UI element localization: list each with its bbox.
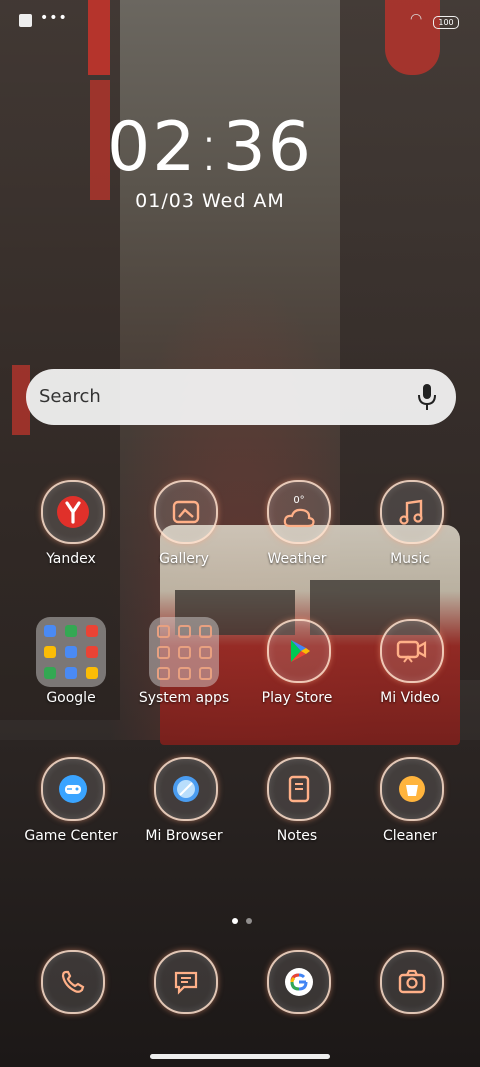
play-store-icon — [267, 619, 331, 683]
app-label: Music — [390, 551, 430, 567]
wifi-icon: ◠ — [410, 11, 423, 27]
app-play-store[interactable]: Play Store — [242, 619, 352, 723]
page-dot — [246, 918, 252, 924]
app-weather[interactable]: 0° Weather — [242, 480, 352, 584]
weather-icon: 0° — [267, 480, 331, 544]
dock-camera[interactable] — [355, 950, 465, 1054]
notes-icon — [267, 757, 331, 821]
microphone-icon[interactable] — [416, 383, 438, 411]
folder-icon — [36, 617, 106, 687]
clock-widget[interactable]: 02:36 — [0, 108, 420, 187]
app-label: Play Store — [261, 690, 333, 706]
notification-icon — [19, 14, 32, 27]
app-label: Mi Browser — [145, 828, 223, 844]
page-indicator[interactable] — [228, 909, 256, 928]
music-icon — [380, 480, 444, 544]
browser-icon — [154, 757, 218, 821]
clock-hours: 02 — [107, 108, 198, 187]
cleaner-icon — [380, 757, 444, 821]
messages-icon — [154, 950, 218, 1014]
page-dot-active — [232, 918, 238, 924]
search-placeholder: Search — [39, 386, 101, 407]
app-notes[interactable]: Notes — [242, 757, 352, 861]
camera-icon — [380, 950, 444, 1014]
folder-icon — [149, 617, 219, 687]
app-game-center[interactable]: Game Center — [16, 757, 126, 861]
app-label: System apps — [138, 690, 230, 706]
phone-icon — [41, 950, 105, 1014]
app-mi-browser[interactable]: Mi Browser — [129, 757, 239, 861]
dock-google[interactable] — [242, 950, 352, 1054]
app-label: Game Center — [24, 828, 118, 844]
home-gesture-bar[interactable] — [150, 1054, 330, 1059]
app-label: Yandex — [46, 551, 96, 567]
folder-system-apps[interactable]: System apps — [129, 617, 239, 723]
app-label: Google — [46, 690, 96, 706]
gallery-icon — [154, 480, 218, 544]
app-label: Cleaner — [382, 828, 438, 844]
app-yandex[interactable]: Yandex — [16, 480, 126, 584]
video-icon — [380, 619, 444, 683]
folder-google[interactable]: Google — [16, 617, 126, 723]
more-notifications-icon: ••• — [40, 10, 68, 26]
yandex-icon — [41, 480, 105, 544]
status-bar: ••• ◠ 100 — [0, 8, 480, 32]
app-label: Weather — [267, 551, 327, 567]
date-label: 01/03 Wed AM — [135, 190, 285, 212]
search-bar[interactable]: Search — [26, 369, 456, 425]
app-gallery[interactable]: Gallery — [129, 480, 239, 584]
google-icon — [267, 950, 331, 1014]
game-center-icon — [41, 757, 105, 821]
clock-minutes: 36 — [222, 108, 313, 187]
app-label: Mi Video — [380, 690, 440, 706]
app-label: Gallery — [159, 551, 209, 567]
app-cleaner[interactable]: Cleaner — [355, 757, 465, 861]
dock-messages[interactable] — [129, 950, 239, 1054]
battery-indicator: 100 — [433, 16, 459, 29]
app-music[interactable]: Music — [355, 480, 465, 584]
app-label: Notes — [276, 828, 318, 844]
dock-phone[interactable] — [16, 950, 126, 1054]
app-mi-video[interactable]: Mi Video — [355, 619, 465, 723]
